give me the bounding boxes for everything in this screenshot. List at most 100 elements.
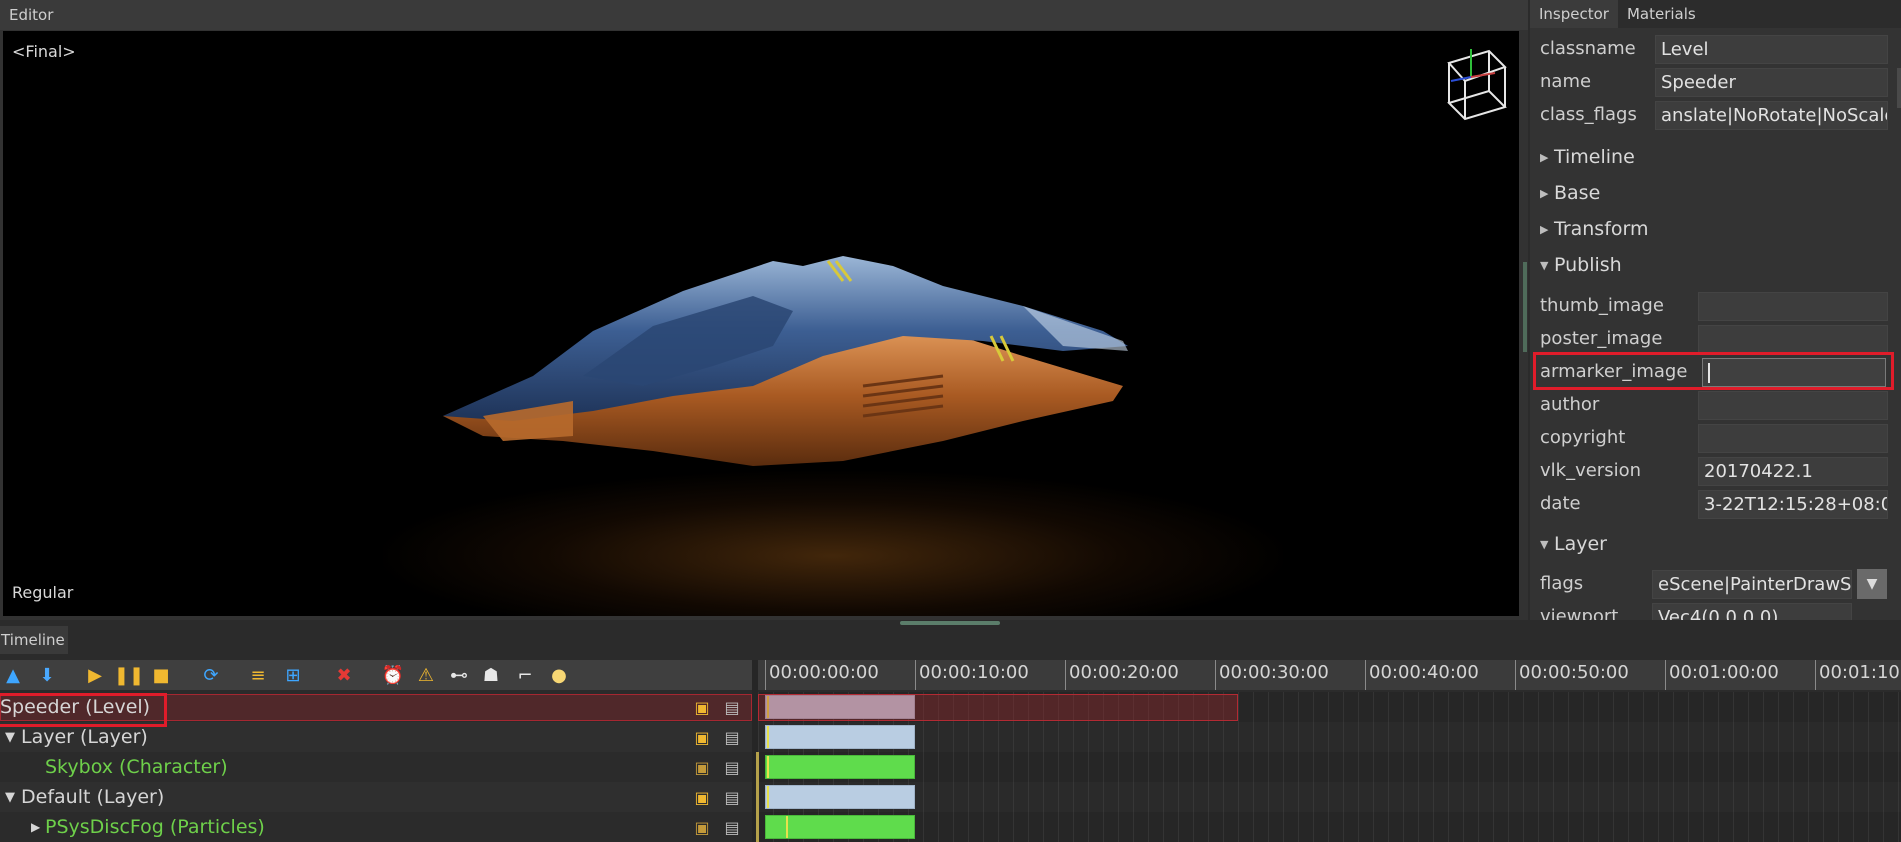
tree-row-default[interactable]: ▼ Default (Layer) ▣ ▤ — [0, 782, 752, 812]
section-timeline[interactable]: ▶ Timeline — [1540, 146, 1635, 168]
viewport-shading-label[interactable]: Regular — [12, 583, 73, 602]
author-field[interactable] — [1698, 391, 1888, 420]
caret-right-icon: ▶ — [1540, 150, 1549, 164]
tick-label: 00:01:10:00 — [1819, 662, 1901, 683]
editor-tab[interactable]: Editor — [0, 0, 1528, 30]
class-flags-label: class_flags — [1540, 104, 1637, 125]
robot-icon[interactable]: ☗ — [480, 664, 502, 686]
delete-x-icon[interactable]: ✖ — [333, 664, 355, 686]
key-frame-icon[interactable]: ▣ — [692, 787, 712, 807]
time-marker — [767, 786, 769, 808]
caret-right-icon: ▶ — [1540, 186, 1549, 200]
tick-line — [915, 660, 916, 690]
tick-label: 00:00:00:00 — [769, 662, 879, 683]
flags-field[interactable]: eScene|PainterDrawSe — [1652, 570, 1852, 599]
tree-row-skybox[interactable]: Skybox (Character) ▣ ▤ — [0, 752, 752, 782]
clip-default[interactable] — [765, 785, 915, 809]
tick-label: 00:00:50:00 — [1519, 662, 1629, 683]
caret-down-icon: ▼ — [1540, 258, 1549, 272]
editor-panel: Editor <Final> Regular — [0, 0, 1528, 620]
document-icon[interactable]: ▤ — [722, 757, 742, 777]
expand-caret-icon[interactable]: ▶ — [31, 820, 40, 834]
inspector-scrollbar[interactable] — [1897, 68, 1901, 108]
copyright-field[interactable] — [1698, 424, 1888, 453]
flags-dropdown-button[interactable]: ▼ — [1857, 569, 1887, 599]
name-field[interactable]: Speeder — [1655, 68, 1888, 97]
document-icon[interactable]: ▤ — [722, 787, 742, 807]
clip-skybox[interactable] — [765, 755, 915, 779]
flags-label: flags — [1540, 573, 1584, 594]
hierarchy-icon[interactable]: ⊞ — [282, 664, 304, 686]
pause-icon[interactable]: ❚❚ — [114, 664, 144, 686]
vlk-version-field[interactable]: 20170422.1 — [1698, 457, 1888, 486]
refresh-icon[interactable]: ⟳ — [200, 664, 222, 686]
key-frame-icon[interactable]: ▣ — [692, 817, 712, 837]
poster-image-field[interactable] — [1698, 325, 1888, 354]
caret-down-icon: ▼ — [1540, 537, 1549, 551]
panel-splitter-handle[interactable] — [900, 621, 1000, 625]
timeline-tab[interactable]: Timeline — [0, 626, 68, 654]
lane-layer — [758, 722, 1901, 752]
viewport-mode-label: <Final> — [12, 42, 76, 61]
section-base[interactable]: ▶ Base — [1540, 182, 1600, 204]
inspector-scroll-indicator[interactable] — [1523, 262, 1527, 352]
3d-viewport[interactable]: <Final> Regular — [3, 31, 1519, 616]
clip-layer[interactable] — [765, 725, 915, 749]
time-marker — [786, 816, 788, 838]
author-label: author — [1540, 394, 1600, 415]
section-transform-label: Transform — [1554, 218, 1649, 240]
alarm-icon[interactable]: ⏰ — [382, 664, 404, 686]
viewport-field[interactable]: Vec4(0,0,0,0) — [1652, 603, 1852, 620]
document-icon[interactable]: ▤ — [722, 727, 742, 747]
section-publish[interactable]: ▼ Publish — [1540, 254, 1622, 276]
key-frame-icon[interactable]: ▣ — [692, 727, 712, 747]
section-publish-label: Publish — [1554, 254, 1622, 276]
tick-line — [1815, 660, 1816, 690]
classname-field[interactable]: Level — [1655, 35, 1888, 64]
tab-inspector[interactable]: Inspector — [1530, 0, 1618, 28]
camera-key-icon[interactable]: ⊷ — [448, 664, 470, 686]
document-icon[interactable]: ▤ — [722, 697, 742, 717]
time-marker — [767, 726, 769, 748]
section-transform[interactable]: ▶ Transform — [1540, 218, 1649, 240]
tree-row-label: Layer (Layer) — [21, 726, 148, 748]
thumb-image-field[interactable] — [1698, 292, 1888, 321]
stop-icon[interactable]: ■ — [150, 664, 172, 686]
tree-row-label: PSysDiscFog (Particles) — [45, 816, 265, 838]
section-layer[interactable]: ▼ Layer — [1540, 533, 1607, 555]
tree-row-psysdiscfog[interactable]: ▶ PSysDiscFog (Particles) ▣ ▤ — [0, 812, 752, 842]
play-icon[interactable]: ▶ — [84, 664, 106, 686]
key-frame-icon[interactable]: ▣ — [692, 757, 712, 777]
tab-materials[interactable]: Materials — [1618, 0, 1705, 28]
light-bulb-icon[interactable]: ● — [548, 664, 570, 686]
classname-label: classname — [1540, 38, 1636, 59]
lane-side-marker — [756, 752, 759, 842]
expand-caret-icon[interactable]: ▼ — [5, 730, 15, 745]
clip-psysdiscfog[interactable] — [765, 815, 915, 839]
section-base-label: Base — [1554, 182, 1601, 204]
viewport-label: viewport — [1540, 606, 1619, 620]
expand-caret-icon[interactable]: ▼ — [5, 790, 15, 805]
tick-line — [1215, 660, 1216, 690]
thumb-image-label: thumb_image — [1540, 295, 1664, 316]
download-arrow-icon[interactable]: ⬇ — [36, 664, 58, 686]
editor-tab-label: Editor — [9, 6, 54, 24]
lane-default — [758, 782, 1901, 812]
document-icon[interactable]: ▤ — [722, 817, 742, 837]
tab-inspector-label: Inspector — [1539, 5, 1609, 23]
tick-line — [765, 660, 766, 690]
speeder-model[interactable] — [423, 236, 1163, 486]
align-icon[interactable]: ≡ — [247, 664, 269, 686]
level-duration-bar[interactable] — [758, 694, 1238, 721]
date-field[interactable]: 3-22T12:15:28+08:00 — [1698, 490, 1888, 519]
tree-row-label: Skybox (Character) — [45, 756, 228, 778]
orientation-cube[interactable] — [1435, 41, 1515, 121]
class-flags-field[interactable]: anslate|NoRotate|NoScale — [1655, 101, 1888, 130]
timeline-toolbar — [0, 660, 752, 690]
tick-line — [1365, 660, 1366, 690]
key-frame-icon[interactable]: ▣ — [692, 697, 712, 717]
gun-icon[interactable]: ⌐ — [514, 664, 536, 686]
time-ruler[interactable]: 00:00:00:00 00:00:10:00 00:00:20:00 00:0… — [758, 660, 1901, 690]
warning-icon[interactable]: ⚠ — [415, 664, 437, 686]
add-triangle-icon[interactable]: ▲ — [2, 664, 24, 686]
